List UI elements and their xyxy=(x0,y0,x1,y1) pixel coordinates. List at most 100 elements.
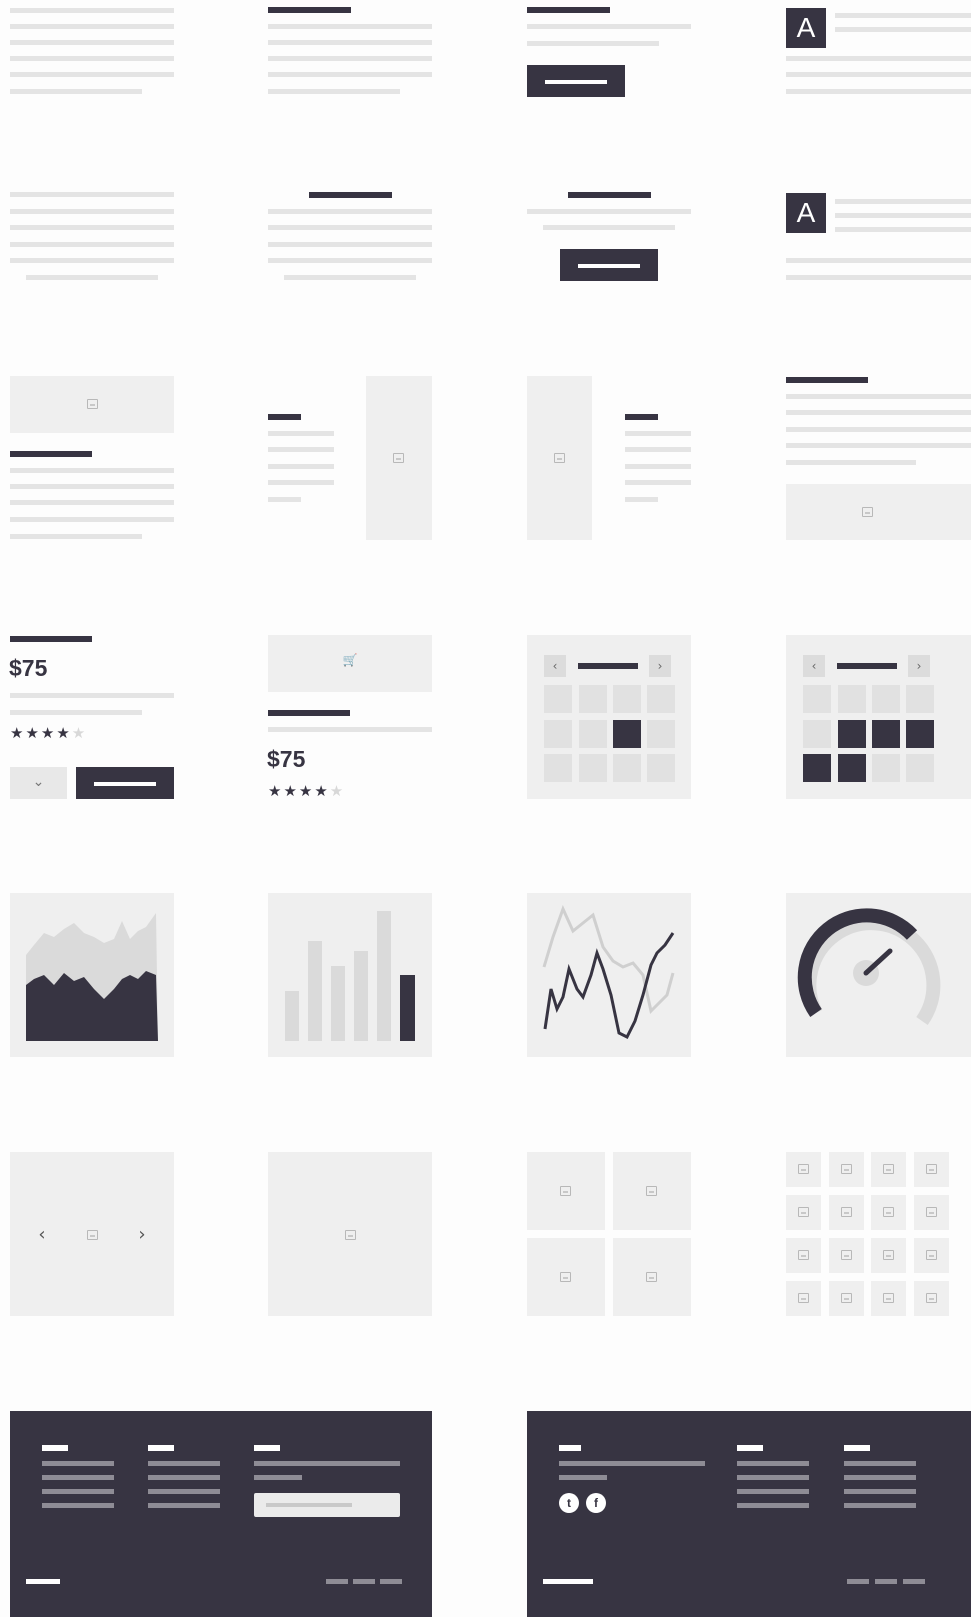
facebook-icon[interactable]: f xyxy=(586,1493,606,1513)
calendar-day[interactable] xyxy=(613,685,641,713)
footer-link[interactable] xyxy=(42,1503,114,1508)
calendar-day[interactable] xyxy=(906,685,934,713)
grid-image[interactable] xyxy=(871,1238,906,1273)
chevron-left-icon[interactable]: ‹ xyxy=(544,655,566,677)
footer-link[interactable] xyxy=(148,1503,220,1508)
text-line xyxy=(527,209,691,214)
grid-image[interactable] xyxy=(914,1281,949,1316)
grid-image[interactable] xyxy=(914,1152,949,1187)
calendar-day[interactable] xyxy=(579,720,607,748)
image-icon xyxy=(926,1293,937,1303)
quantity-dropdown[interactable]: ⌄ xyxy=(10,767,67,799)
footer-link[interactable] xyxy=(737,1503,809,1508)
grid-image[interactable] xyxy=(786,1238,821,1273)
footer-bottom-link[interactable] xyxy=(847,1579,869,1584)
footer-link[interactable] xyxy=(844,1461,916,1466)
footer-link[interactable] xyxy=(148,1489,220,1494)
footer-logo-bar[interactable] xyxy=(26,1579,60,1584)
calendar-day[interactable] xyxy=(613,754,641,782)
calendar-day[interactable] xyxy=(838,685,866,713)
calendar-day-selected[interactable] xyxy=(838,720,866,748)
grid-image[interactable] xyxy=(527,1152,605,1230)
grid-image[interactable] xyxy=(914,1195,949,1230)
calendar-day[interactable] xyxy=(647,685,675,713)
bar-chart-bar-highlight xyxy=(400,975,415,1041)
bar-chart-bar xyxy=(285,991,299,1041)
grid-image[interactable] xyxy=(871,1281,906,1316)
grid-image[interactable] xyxy=(829,1281,864,1316)
calendar-day[interactable] xyxy=(803,685,831,713)
footer-link[interactable] xyxy=(148,1461,220,1466)
text-line xyxy=(10,225,174,230)
grid-image[interactable] xyxy=(829,1152,864,1187)
image-icon xyxy=(883,1250,894,1260)
footer-link[interactable] xyxy=(148,1475,220,1480)
calendar-day[interactable] xyxy=(872,754,900,782)
footer-link[interactable] xyxy=(42,1489,114,1494)
footer-bottom-link[interactable] xyxy=(380,1579,402,1584)
grid-image[interactable] xyxy=(914,1238,949,1273)
footer-bottom-link[interactable] xyxy=(875,1579,897,1584)
chevron-right-icon[interactable]: › xyxy=(649,655,671,677)
footer-link[interactable] xyxy=(42,1475,114,1480)
text-line xyxy=(10,710,142,715)
calendar-day[interactable] xyxy=(906,754,934,782)
image-icon xyxy=(841,1250,852,1260)
footer-link[interactable] xyxy=(737,1475,809,1480)
calendar-day[interactable] xyxy=(544,685,572,713)
grid-image[interactable] xyxy=(786,1152,821,1187)
calendar-day[interactable] xyxy=(872,685,900,713)
image-icon xyxy=(883,1164,894,1174)
calendar-day[interactable] xyxy=(544,720,572,748)
footer-text xyxy=(559,1475,607,1480)
image-icon xyxy=(841,1164,852,1174)
footer-link[interactable] xyxy=(844,1503,916,1508)
text-line xyxy=(10,209,174,214)
footer-bottom-link[interactable] xyxy=(353,1579,375,1584)
text-line xyxy=(543,225,675,230)
add-to-cart-button[interactable] xyxy=(76,767,174,799)
footer-link[interactable] xyxy=(844,1475,916,1480)
grid-image[interactable] xyxy=(786,1195,821,1230)
text-line xyxy=(10,24,174,29)
footer-link[interactable] xyxy=(737,1461,809,1466)
chevron-left-icon[interactable]: ‹ xyxy=(803,655,825,677)
calendar-day[interactable] xyxy=(579,685,607,713)
footer-bottom-link[interactable] xyxy=(903,1579,925,1584)
grid-image[interactable] xyxy=(786,1281,821,1316)
image-icon xyxy=(926,1250,937,1260)
calendar-day[interactable] xyxy=(647,720,675,748)
cta-button[interactable] xyxy=(560,249,658,281)
grid-image[interactable] xyxy=(613,1238,691,1316)
grid-image[interactable] xyxy=(829,1238,864,1273)
calendar-day[interactable] xyxy=(579,754,607,782)
calendar-day-selected[interactable] xyxy=(872,720,900,748)
footer-column-heading xyxy=(559,1445,581,1451)
footer-logo-bar[interactable] xyxy=(543,1579,593,1584)
calendar-day-selected[interactable] xyxy=(803,754,831,782)
calendar-day[interactable] xyxy=(544,754,572,782)
bar-chart-bar xyxy=(377,911,391,1041)
grid-image[interactable] xyxy=(527,1238,605,1316)
month-title-bar xyxy=(578,663,638,669)
calendar-day[interactable] xyxy=(647,754,675,782)
twitter-icon[interactable]: t xyxy=(559,1493,579,1513)
chevron-left-icon[interactable]: ‹ xyxy=(34,1224,50,1245)
grid-image[interactable] xyxy=(613,1152,691,1230)
heading-bar xyxy=(786,377,868,383)
calendar-day[interactable] xyxy=(803,720,831,748)
footer-link[interactable] xyxy=(42,1461,114,1466)
grid-image[interactable] xyxy=(871,1152,906,1187)
subscribe-email-input[interactable] xyxy=(254,1493,400,1517)
grid-image[interactable] xyxy=(871,1195,906,1230)
chevron-right-icon[interactable]: › xyxy=(908,655,930,677)
footer-link[interactable] xyxy=(844,1489,916,1494)
footer-bottom-link[interactable] xyxy=(326,1579,348,1584)
calendar-day-selected[interactable] xyxy=(613,720,641,748)
chevron-right-icon[interactable]: › xyxy=(134,1224,150,1245)
footer-link[interactable] xyxy=(737,1489,809,1494)
grid-image[interactable] xyxy=(829,1195,864,1230)
cta-button[interactable] xyxy=(527,65,625,97)
calendar-day-selected[interactable] xyxy=(906,720,934,748)
calendar-day-selected[interactable] xyxy=(838,754,866,782)
